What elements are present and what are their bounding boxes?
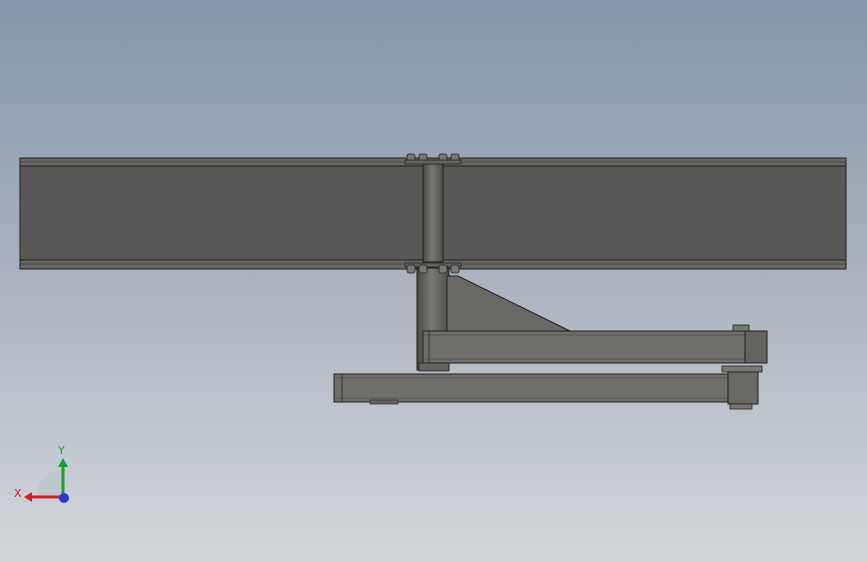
y-axis-label: Y xyxy=(57,444,65,457)
elbow-hinge[interactable] xyxy=(721,365,763,410)
assembly-model[interactable] xyxy=(0,0,867,562)
x-axis-label: X xyxy=(14,487,22,500)
z-axis-dot xyxy=(59,493,69,503)
cad-viewport[interactable]: X Y xyxy=(0,0,867,562)
upper-arm-end-cap xyxy=(744,330,768,364)
orientation-triad: X Y xyxy=(14,444,69,503)
lower-arm[interactable] xyxy=(333,373,733,405)
gusset-plate[interactable] xyxy=(446,275,571,332)
post-washer xyxy=(418,362,450,372)
upper-arm[interactable] xyxy=(422,324,768,364)
